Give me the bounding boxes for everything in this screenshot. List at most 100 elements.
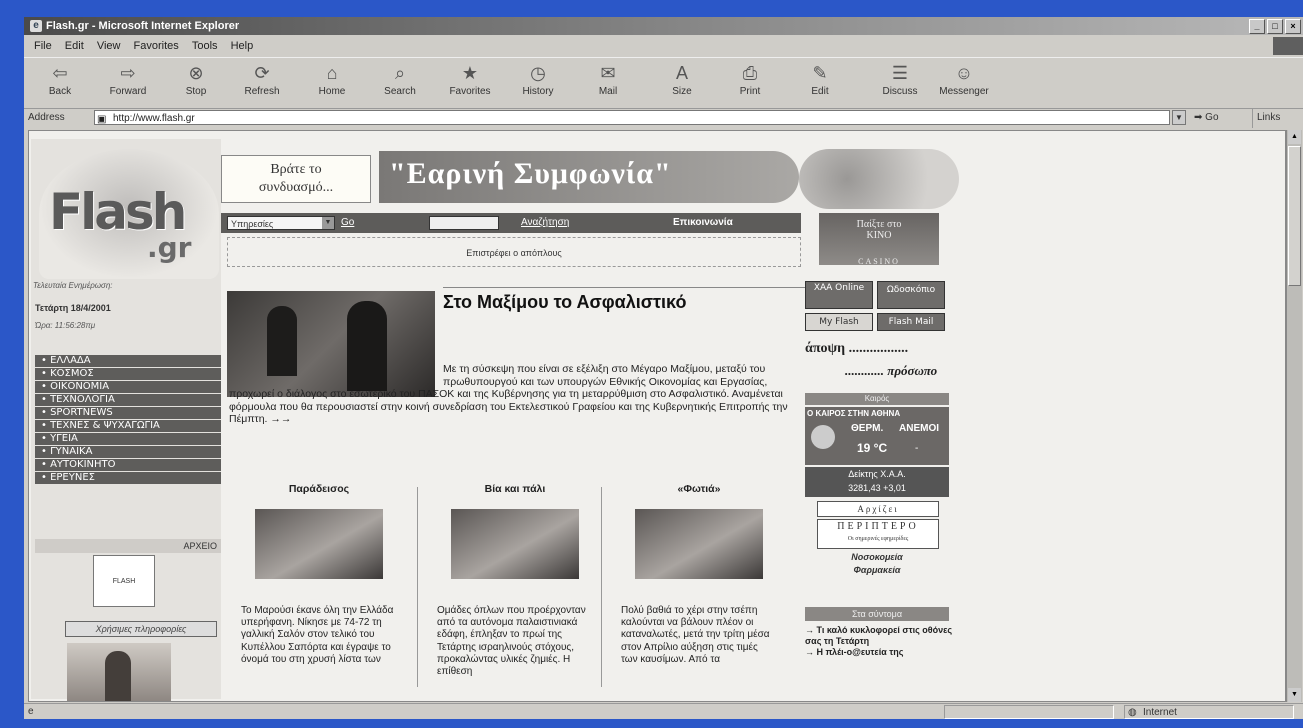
nav-item[interactable]: • ΕΛΛΑΔΑ <box>35 355 221 367</box>
main-headline[interactable]: Στο Μαξίμου το Ασφαλιστικό <box>443 291 813 313</box>
casino-line3: CASINO <box>858 257 900 266</box>
stock-value: 3281,43 +3,01 <box>848 483 906 493</box>
arxise-banner[interactable]: Αρχίζει <box>817 501 939 517</box>
stock-index[interactable]: Δείκτης Χ.Α.Α. 3281,43 +3,01 <box>805 467 949 497</box>
toolbar-label: Print <box>739 86 761 97</box>
archive-link[interactable]: ΑΡΧΕΙΟ <box>35 539 221 553</box>
headline-divider <box>443 287 813 288</box>
nav-item[interactable]: • ΟΙΚΟΝΟΜΙΑ <box>35 381 221 393</box>
nav-item[interactable]: • ΑΥΤΟΚΙΝΗΤΟ <box>35 459 221 471</box>
toolbar-label: Home <box>318 86 346 97</box>
services-select[interactable]: Υπηρεσίες ▼ <box>227 216 335 230</box>
face-link[interactable]: ............ πρόσωπο <box>845 363 937 379</box>
hospitals-pharmacies-link[interactable]: Νοσοκομεία Φαρμακεία <box>817 551 937 585</box>
links-button[interactable]: Links <box>1252 108 1280 128</box>
stop-button[interactable]: ⊗ Stop <box>170 62 222 97</box>
address-input[interactable]: ▣ http://www.flash.gr <box>94 110 1170 125</box>
menu-view[interactable]: View <box>97 40 121 52</box>
weather-wind: - <box>915 443 919 454</box>
favorites-button[interactable]: ★ Favorites <box>444 62 496 97</box>
scroll-up-icon[interactable]: ▲ <box>1288 130 1301 144</box>
menu-favorites[interactable]: Favorites <box>134 40 179 52</box>
opinion-link[interactable]: άποψη ................. <box>805 341 908 357</box>
short-news-item[interactable]: → Η πλέι-ο@ευτεία της <box>805 647 955 658</box>
nav-item[interactable]: • ΕΡΕΥΝΕΣ <box>35 472 221 484</box>
nav-item[interactable]: • ΤΕΧΝΕΣ & ΨΥΧΑΓΩΓΙΑ <box>35 420 221 432</box>
site-search-input[interactable] <box>429 216 499 230</box>
nav-item[interactable]: • ΓΥΝΑΙΚΑ <box>35 446 221 458</box>
kino-casino-banner[interactable]: Παίξτε στο KINO CASINO <box>819 213 939 266</box>
print-button[interactable]: ⎙ Print <box>724 62 776 97</box>
history-button[interactable]: ◷ History <box>512 62 564 97</box>
column-text: Πολύ βαθιά το χέρι στην τσέπη καλούνται … <box>621 605 770 665</box>
back-arrow-icon: ⇦ <box>52 63 68 83</box>
discuss-button[interactable]: ☰ Discuss <box>874 62 926 97</box>
close-button[interactable]: × <box>1285 19 1301 34</box>
refresh-icon: ⟳ <box>254 63 270 83</box>
story-part-b: προχωρεί ο διάλογος στο εσωτερικό του ΠΑ… <box>229 388 788 425</box>
address-dropdown-button[interactable]: ▼ <box>1172 110 1186 125</box>
flash-logo[interactable]: Flash .gr <box>39 149 219 279</box>
weather-widget[interactable]: Ο ΚΑΙΡΟΣ ΣΤΗΝ ΑΘΗΝΑ ΘΕΡΜ. ΑΝΕΜΟΙ 19 °C - <box>805 407 949 465</box>
pharmacies-label: Φαρμακεία <box>853 565 901 575</box>
scroll-down-icon[interactable]: ▼ <box>1288 688 1301 702</box>
messenger-button[interactable]: ☺ Messenger <box>938 62 990 97</box>
size-button[interactable]: A Size <box>656 62 708 97</box>
short-news-header: Στα σύντομα <box>805 607 949 621</box>
menu-help[interactable]: Help <box>231 40 254 52</box>
hospitals-label: Νοσοκομεία <box>851 552 903 562</box>
archive-image[interactable]: FLASH <box>93 555 155 607</box>
column-title[interactable]: Παράδεισος <box>233 483 405 495</box>
section-nav: • ΕΛΛΑΔΑ • ΚΟΣΜΟΣ • ΟΙΚΟΝΟΜΙΑ • ΤΕΧΝΟΛΟΓΙΑ •… <box>35 355 221 485</box>
menu-file[interactable]: File <box>34 40 52 52</box>
services-go-link[interactable]: Go <box>341 213 354 233</box>
forward-button[interactable]: ⇨ Forward <box>102 62 154 97</box>
periptero-banner[interactable]: ΠΕΡΙΠΤΕΡΟ Οι σημερινές εφημερίδες <box>817 519 939 549</box>
back-button[interactable]: ⇦ Back <box>34 62 86 97</box>
vertical-scrollbar[interactable]: ▲ ▼ <box>1286 130 1302 702</box>
column-photo[interactable] <box>635 509 763 579</box>
contact-link[interactable]: Επικοινωνία <box>673 213 733 233</box>
minimize-button[interactable]: _ <box>1249 19 1265 34</box>
column-photo[interactable] <box>255 509 383 579</box>
column-title[interactable]: Βία και πάλι <box>429 483 601 495</box>
title-bar: e Flash.gr - Microsoft Internet Explorer… <box>24 17 1303 35</box>
news-column-3: «Φωτιά» Πολύ βαθιά το χέρι στην τσέπη κα… <box>613 483 785 666</box>
weather-temp: 19 °C <box>857 441 888 455</box>
banner-ad[interactable]: "Εαρινή Συμφωνία" <box>379 151 799 203</box>
short-news-item[interactable]: → Τι καλό κυκλοφορεί στις οθόνες σας τη … <box>805 625 955 647</box>
edit-button[interactable]: ✎ Edit <box>794 62 846 97</box>
forward-arrow-icon: ⇨ <box>120 63 136 83</box>
maximize-button[interactable]: □ <box>1267 19 1283 34</box>
scrollbar-thumb[interactable] <box>1288 146 1301 286</box>
toolbar-label: History <box>522 86 554 97</box>
news-ticker[interactable]: Επιστρέφει ο απόπλους <box>227 237 801 267</box>
flashmail-button[interactable]: Flash Mail <box>877 313 945 331</box>
person-photo[interactable] <box>67 643 171 701</box>
column-divider <box>601 487 602 687</box>
services-select-value: Υπηρεσίες <box>231 219 274 229</box>
discuss-icon: ☰ <box>891 63 909 83</box>
home-button[interactable]: ⌂ Home <box>306 62 358 97</box>
myflash-button[interactable]: My Flash <box>805 313 873 331</box>
search-link[interactable]: Αναζήτηση <box>521 213 569 233</box>
nav-item[interactable]: • SPORTNEWS <box>35 407 221 419</box>
toolbar-label: Favorites <box>449 86 491 97</box>
nav-item[interactable]: • ΥΓΕΙΑ <box>35 433 221 445</box>
refresh-button[interactable]: ⟳ Refresh <box>236 62 288 97</box>
menu-tools[interactable]: Tools <box>192 40 218 52</box>
column-title[interactable]: «Φωτιά» <box>613 483 785 495</box>
xaa-online-button[interactable]: ΧΑΑ Online <box>805 281 873 309</box>
nav-item[interactable]: • ΚΟΣΜΟΣ <box>35 368 221 380</box>
nav-item[interactable]: • ΤΕΧΝΟΛΟΓΙΑ <box>35 394 221 406</box>
menu-edit[interactable]: Edit <box>65 40 84 52</box>
go-button[interactable]: ➡ Go <box>1194 108 1219 128</box>
useful-info-button[interactable]: Χρήσιμες πληροφορίες <box>65 621 217 637</box>
address-label: Address <box>28 112 65 123</box>
menu-bar: File Edit View Favorites Tools Help <box>24 37 1303 55</box>
horoscope-button[interactable]: Ωδοσκόπιο <box>877 281 945 309</box>
mail-button[interactable]: ✉ Mail <box>582 62 634 97</box>
column-photo[interactable] <box>451 509 579 579</box>
search-button[interactable]: ⌕ Search <box>374 62 426 97</box>
banner-box[interactable]: Βράτε το συνδυασμό... <box>221 155 371 203</box>
